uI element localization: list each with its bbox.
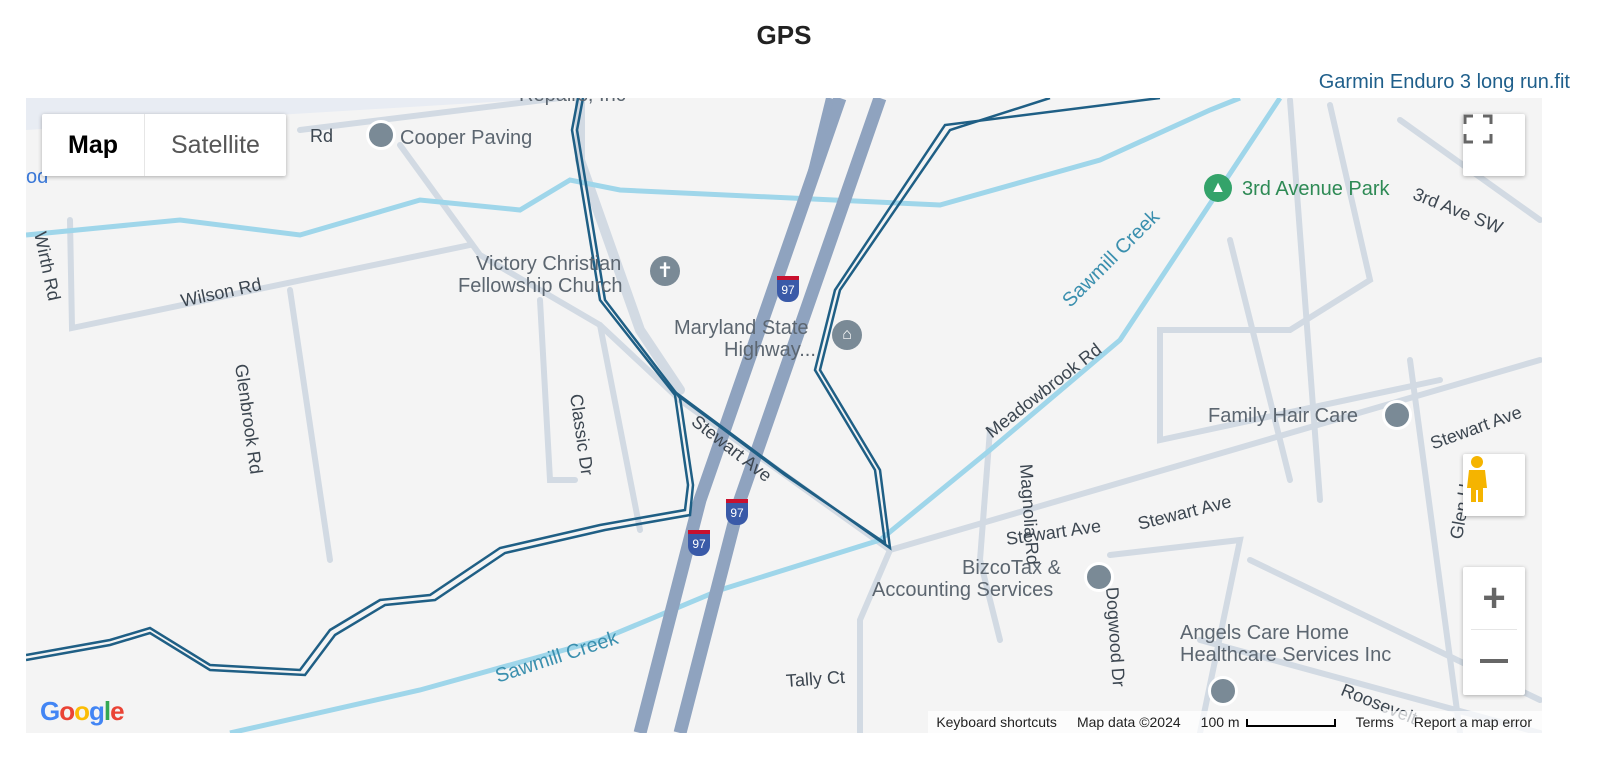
fullscreen-icon — [1463, 114, 1493, 144]
poi-cooper-paving[interactable]: Cooper Paving — [400, 127, 532, 149]
poi-md-state-2[interactable]: Highway... — [724, 339, 816, 361]
map-data-attribution: Map data ©2024 — [1076, 714, 1181, 730]
map[interactable]: Repairs, Inc Rd Cooper Paving od Wirth R… — [26, 98, 1542, 733]
poi-pin-icon[interactable] — [366, 120, 396, 150]
keyboard-shortcuts-link[interactable]: Keyboard shortcuts — [936, 714, 1057, 730]
road-label: Rd — [310, 126, 334, 146]
poi-3rd-avenue-park[interactable]: 3rd Avenue Park — [1242, 178, 1390, 200]
file-link[interactable]: Garmin Enduro 3 long run.fit — [1319, 71, 1570, 94]
poi-pin-icon[interactable] — [1084, 562, 1114, 592]
poi-victory-1[interactable]: Victory Christian — [476, 253, 621, 275]
scale-bar[interactable]: 100 m — [1201, 714, 1336, 730]
church-icon[interactable]: ✝ — [650, 256, 680, 286]
map-type-map-button[interactable]: Map — [42, 114, 145, 176]
scale-label: 100 m — [1200, 714, 1240, 730]
poi-angels-2[interactable]: Healthcare Services Inc — [1180, 644, 1391, 666]
poi-md-state-1[interactable]: Maryland State — [674, 317, 809, 339]
google-logo[interactable]: Google — [40, 696, 125, 727]
interstate-shield-icon: 97 — [726, 499, 748, 525]
page-title: GPS — [756, 20, 812, 50]
map-type-satellite-button[interactable]: Satellite — [145, 114, 286, 176]
poi-angels-1[interactable]: Angels Care Home — [1180, 622, 1349, 644]
zoom-control: + — [1463, 567, 1525, 695]
poi-victory-2[interactable]: Fellowship Church — [458, 275, 623, 297]
poi-pin-icon[interactable] — [1382, 400, 1412, 430]
zoom-out-button[interactable] — [1463, 630, 1525, 692]
poi-family-hair-care[interactable]: Family Hair Care — [1208, 405, 1358, 427]
report-map-error-link[interactable]: Report a map error — [1414, 714, 1532, 730]
interstate-shield-icon: 97 — [688, 530, 710, 556]
poi-bizco-1[interactable]: BizcoTax & — [962, 557, 1061, 579]
poi-pin-icon[interactable] — [1208, 676, 1238, 706]
government-building-icon[interactable]: ⌂ — [832, 320, 862, 350]
minus-icon — [1480, 659, 1508, 663]
pegman-icon — [1467, 456, 1487, 502]
zoom-in-button[interactable]: + — [1463, 567, 1525, 629]
interstate-shield-icon: 97 — [777, 276, 799, 302]
terms-link[interactable]: Terms — [1356, 714, 1394, 730]
fullscreen-button[interactable] — [1463, 114, 1525, 176]
street-view-pegman-button[interactable] — [1463, 454, 1525, 516]
park-tree-icon[interactable]: ▲ — [1204, 174, 1232, 202]
plus-icon: + — [1482, 575, 1506, 620]
road-tally-ct: Tally Ct — [785, 666, 846, 691]
poi-repairs: Repairs, Inc — [519, 98, 626, 106]
poi-bizco-2[interactable]: Accounting Services — [872, 579, 1053, 601]
map-footer: Keyboard shortcuts Map data ©2024 100 m … — [928, 711, 1542, 733]
map-type-control: Map Satellite — [42, 114, 286, 176]
